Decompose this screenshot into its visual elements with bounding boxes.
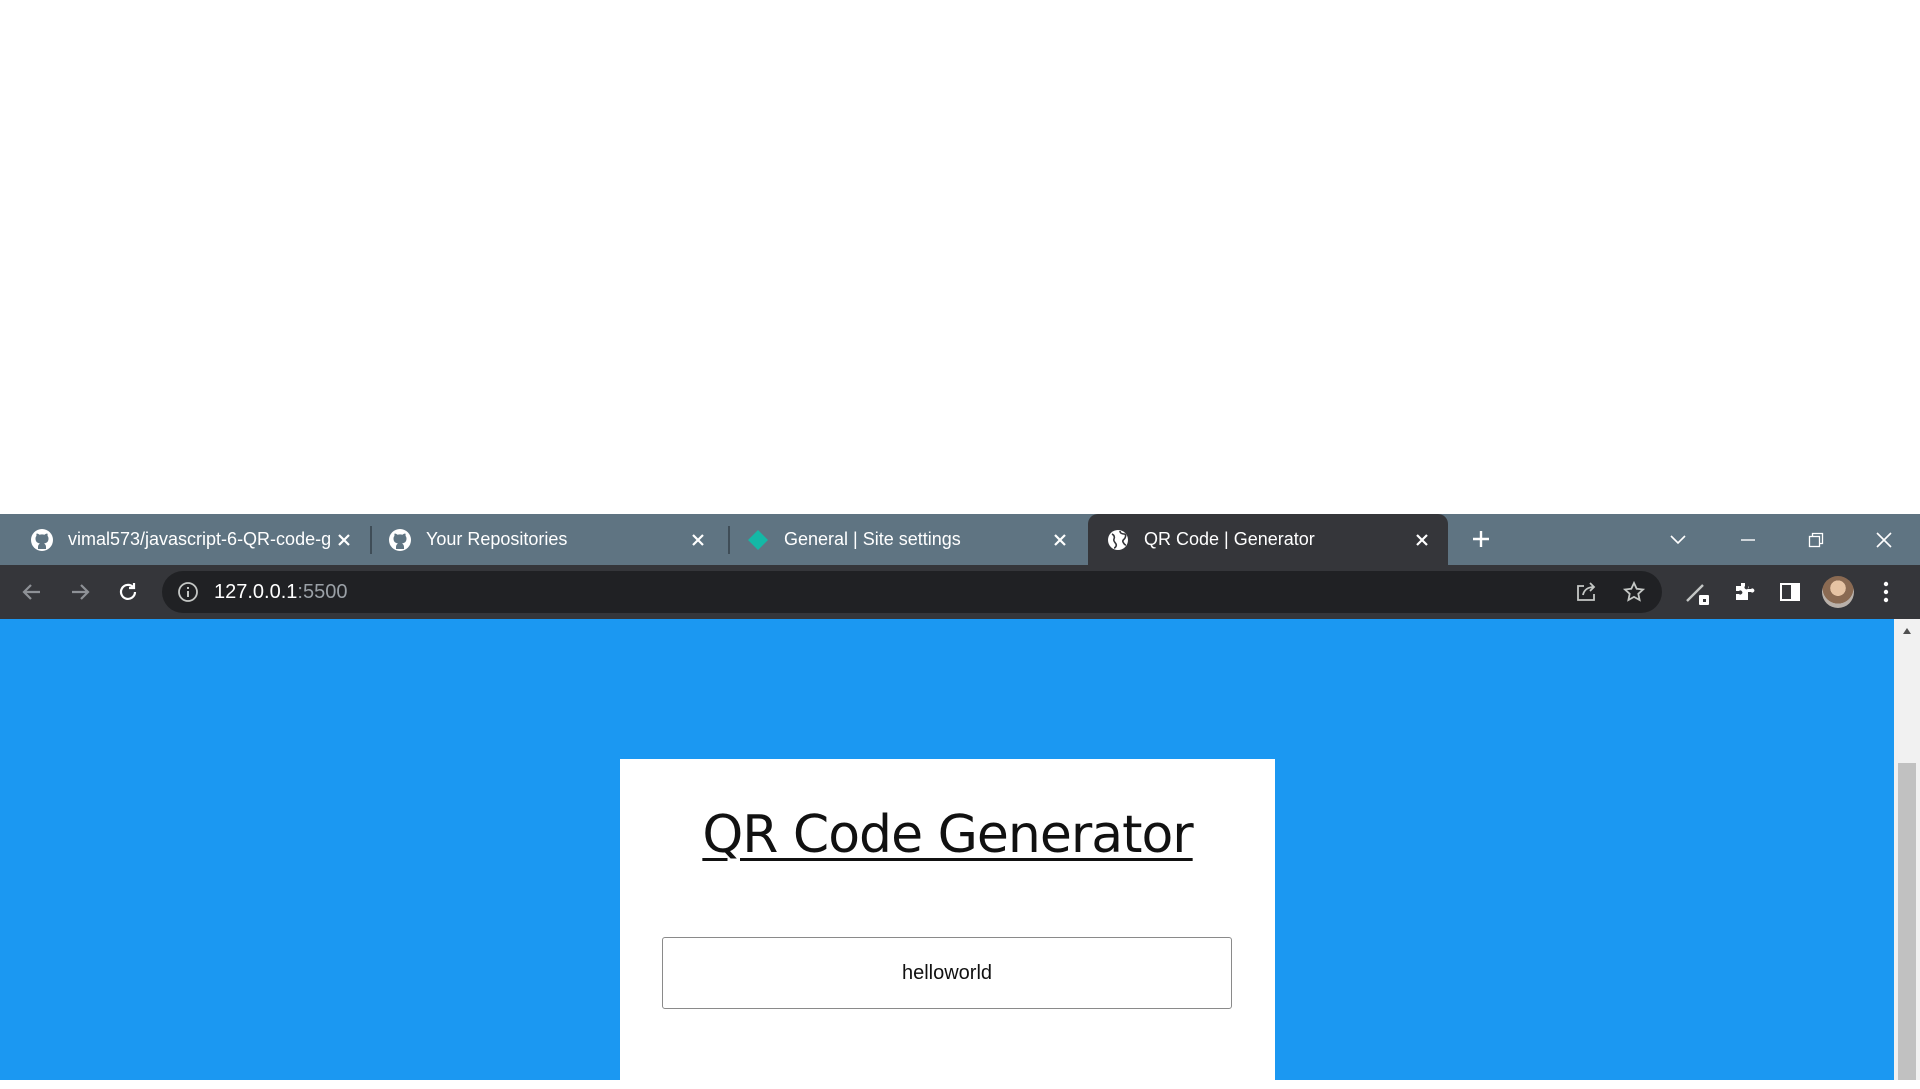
tab-title: QR Code | Generator — [1144, 529, 1315, 549]
restore-icon — [1808, 532, 1824, 547]
reload-button[interactable] — [110, 574, 146, 610]
arrow-left-icon — [22, 584, 40, 600]
url-host: 127.0.0.1 — [214, 581, 298, 603]
github-icon — [388, 528, 412, 552]
scroll-up-arrow-icon[interactable] — [1894, 619, 1920, 643]
close-tab-icon[interactable] — [686, 528, 710, 552]
tab-site-settings[interactable]: General | Site settings — [716, 514, 1086, 565]
reload-icon — [119, 583, 137, 600]
vertical-scrollbar[interactable] — [1894, 619, 1920, 1080]
tab-title: General | Site settings — [784, 529, 961, 549]
side-panel-icon[interactable] — [1774, 576, 1806, 608]
profile-avatar[interactable] — [1822, 576, 1854, 608]
close-icon — [1876, 531, 1892, 548]
chevron-down-icon — [1670, 534, 1686, 544]
tab-title: Your Repositories — [426, 529, 568, 549]
arrow-right-icon — [72, 584, 90, 600]
url-port: :5500 — [297, 581, 348, 603]
tab-strip: vimal573/javascript-6-QR-code-g Your Rep… — [0, 514, 1920, 565]
avatar — [1822, 576, 1854, 608]
extensions-icon[interactable] — [1728, 576, 1760, 608]
diamond-icon — [746, 528, 770, 552]
page-viewport: QR Code Generator — [0, 619, 1894, 1089]
share-icon[interactable] — [1572, 578, 1600, 606]
tab-title: vimal573/javascript-6-QR-code-g — [68, 529, 332, 549]
tab-qr-generator[interactable]: QR Code | Generator — [1088, 514, 1448, 565]
browser-toolbar: 127.0.0.1:5500 — [0, 565, 1920, 619]
pen-extension-icon[interactable] — [1682, 576, 1714, 608]
desktop-background — [0, 0, 1920, 514]
url-text: 127.0.0.1:5500 — [214, 581, 347, 604]
address-bar[interactable]: 127.0.0.1:5500 — [162, 571, 1662, 613]
new-tab-button[interactable] — [1466, 524, 1496, 554]
plus-icon — [1473, 531, 1489, 547]
back-button[interactable] — [14, 574, 50, 610]
close-tab-icon[interactable] — [332, 528, 356, 552]
close-tab-icon[interactable] — [1048, 528, 1072, 552]
kebab-menu-icon — [1883, 581, 1889, 603]
tab-github-repo[interactable]: vimal573/javascript-6-QR-code-g — [0, 514, 366, 565]
restore-button[interactable] — [1786, 514, 1846, 565]
close-window-button[interactable] — [1854, 514, 1914, 565]
minimize-button[interactable] — [1718, 514, 1778, 565]
scrollbar-thumb[interactable] — [1898, 763, 1916, 1080]
github-icon — [30, 528, 54, 552]
tab-search-button[interactable] — [1648, 514, 1708, 565]
tab-your-repositories[interactable]: Your Repositories — [358, 514, 724, 565]
menu-button[interactable] — [1870, 576, 1902, 608]
close-tab-icon[interactable] — [1410, 528, 1434, 552]
globe-icon — [1106, 528, 1130, 552]
minimize-icon — [1741, 538, 1755, 541]
page-title: QR Code Generator — [702, 805, 1193, 865]
qr-text-input[interactable] — [662, 937, 1232, 1009]
info-icon[interactable] — [176, 580, 200, 604]
bookmark-star-icon[interactable] — [1620, 578, 1648, 606]
qr-card: QR Code Generator — [620, 759, 1275, 1089]
forward-button[interactable] — [62, 574, 98, 610]
